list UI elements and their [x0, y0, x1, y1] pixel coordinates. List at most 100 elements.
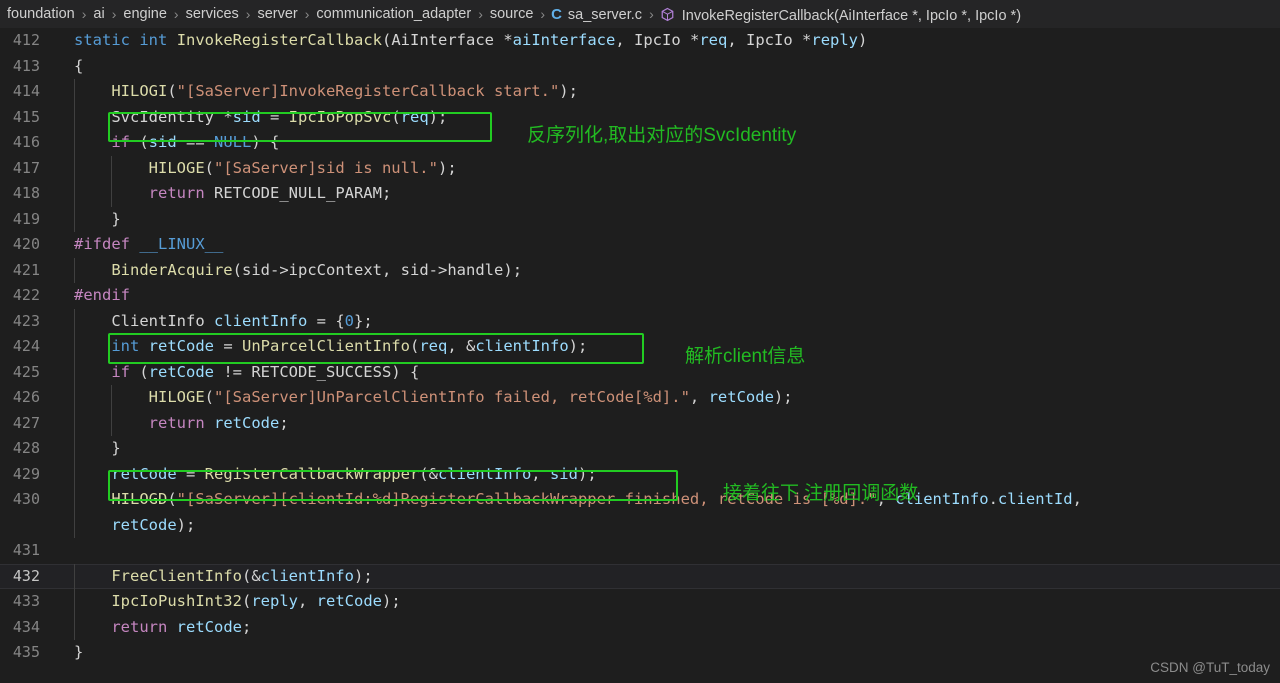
token: __LINUX__: [139, 235, 224, 253]
token: (: [204, 158, 214, 177]
token: ): [437, 158, 448, 177]
line-number: 417: [12, 158, 40, 177]
token: NULL: [214, 133, 252, 151]
token: HILOGD: [111, 490, 168, 508]
token: }: [74, 643, 84, 661]
token: retCode: [148, 337, 214, 355]
code-line[interactable]: retCode);: [0, 512, 1280, 538]
code-text: HILOGI("[SaServer]InvokeRegisterCallback…: [62, 79, 1280, 105]
breadcrumb-item-1[interactable]: ai: [92, 6, 105, 22]
code-line[interactable]: 427 return retCode;: [0, 410, 1280, 436]
token: ): [858, 31, 868, 49]
code-text: return RETCODE_NULL_PARAM;: [62, 181, 1280, 207]
breadcrumb-item-5[interactable]: communication_adapter: [315, 6, 472, 22]
code-line[interactable]: 434 return retCode;: [0, 614, 1280, 640]
token: UnParcelClientInfo: [242, 337, 410, 355]
token: ;: [447, 158, 457, 177]
code-line[interactable]: 425 if (retCode != RETCODE_SUCCESS) {: [0, 359, 1280, 385]
indent-guide: [74, 155, 75, 181]
code-text: if (retCode != RETCODE_SUCCESS) {: [62, 359, 1280, 385]
indent-guide: [74, 334, 75, 360]
code-text: }: [62, 640, 1280, 666]
token: = {: [307, 311, 345, 330]
code-editor[interactable]: 412 static int InvokeRegisterCallback(AiI…: [0, 28, 1280, 683]
breadcrumb-item-label: engine: [123, 6, 167, 22]
token: ): [577, 464, 588, 483]
breadcrumb-separator-icon: ›: [111, 6, 117, 22]
breadcrumb-item-7[interactable]: Csa_server.c: [551, 6, 643, 23]
breadcrumb-separator-icon: ›: [304, 6, 310, 22]
code-text: retCode = RegisterCallbackWrapper(&clien…: [62, 461, 1280, 487]
code-text: retCode);: [62, 512, 1280, 538]
breadcrumb[interactable]: foundation › ai › engine › services › server › com…: [0, 0, 1280, 28]
code-text: }: [62, 436, 1280, 462]
token: retCode: [316, 592, 382, 610]
token: HILOGI: [111, 82, 168, 100]
token: IpcIoPopSvc: [288, 107, 392, 126]
line-number: 418: [12, 184, 40, 202]
code-line[interactable]: 414 HILOGI("[SaServer]InvokeRegisterCall…: [0, 79, 1280, 105]
breadcrumb-item-6[interactable]: source: [489, 6, 535, 22]
code-line[interactable]: 431: [0, 538, 1280, 564]
code-line[interactable]: 422 #endif: [0, 283, 1280, 309]
code-line[interactable]: 421 BinderAcquire(sid->ipcContext, sid->…: [0, 257, 1280, 283]
code-line[interactable]: 423 ClientInfo clientInfo = {0};: [0, 308, 1280, 334]
token: ): [503, 260, 513, 279]
token: reply: [251, 592, 298, 610]
code-line[interactable]: 430 HILOGD("[SaServer][clientId:%d]Regis…: [0, 487, 1280, 513]
code-line[interactable]: 426 HILOGE("[SaServer]UnParcelClientInfo…: [0, 385, 1280, 411]
token: retCode: [148, 362, 214, 381]
token: , &: [447, 337, 476, 355]
breadcrumb-item-4[interactable]: server: [256, 6, 298, 22]
token: InvokeRegisterCallback: [176, 31, 382, 49]
code-line[interactable]: 419 }: [0, 206, 1280, 232]
code-line[interactable]: 428 }: [0, 436, 1280, 462]
breadcrumb-item-0[interactable]: foundation: [6, 6, 76, 22]
code-line[interactable]: 435}: [0, 640, 1280, 666]
indent-guide: [74, 79, 75, 105]
token: RETCODE_NULL_PARAM: [214, 184, 382, 202]
breadcrumb-item-2[interactable]: engine: [122, 6, 168, 22]
code-line[interactable]: 433 IpcIoPushInt32(reply, retCode);: [0, 589, 1280, 615]
code-line[interactable]: 432 FreeClientInfo(&clientInfo);: [0, 563, 1280, 589]
indent-guide: [111, 410, 113, 436]
token: ,: [298, 592, 317, 610]
token: int: [139, 31, 168, 49]
token: (: [130, 133, 149, 151]
indent-guide: [74, 512, 75, 538]
code-line[interactable]: 418 return RETCODE_NULL_PARAM;: [0, 181, 1280, 207]
token: ): [353, 566, 364, 585]
breadcrumb-item-8[interactable]: InvokeRegisterCallback(AiInterface *, Ip…: [660, 5, 1022, 24]
line-number: 416: [12, 133, 40, 151]
token: RETCODE_SUCCESS: [251, 362, 392, 381]
indent-guide: [74, 614, 75, 640]
breadcrumb-item-3[interactable]: services: [185, 6, 240, 22]
token: req: [699, 31, 728, 49]
breadcrumb-separator-icon: ›: [81, 6, 87, 22]
indent-guide: [74, 563, 75, 589]
indent-guide: [74, 130, 75, 156]
token: ): [559, 82, 569, 100]
code-line[interactable]: 429 retCode = RegisterCallbackWrapper(&c…: [0, 461, 1280, 487]
indent-guide: [74, 181, 75, 207]
code-line[interactable]: 417 HILOGE("[SaServer]sid is null.");: [0, 155, 1280, 181]
code-line[interactable]: 420 #ifdef __LINUX__: [0, 232, 1280, 258]
token: (: [167, 490, 177, 508]
code-line[interactable]: 413 {: [0, 54, 1280, 80]
token: ->: [270, 260, 289, 279]
line-number: 431: [12, 541, 40, 559]
code-text: HILOGD("[SaServer][clientId:%d]RegisterC…: [62, 487, 1280, 513]
token: (&: [241, 566, 261, 585]
code-line[interactable]: 412 static int InvokeRegisterCallback(AiI…: [0, 28, 1280, 54]
token: clientId: [997, 490, 1073, 508]
code-line[interactable]: 424 int retCode = UnParcelClientInfo(req…: [0, 334, 1280, 360]
token: (: [241, 592, 252, 610]
indent-guide: [74, 359, 75, 385]
token: ==: [176, 133, 214, 151]
